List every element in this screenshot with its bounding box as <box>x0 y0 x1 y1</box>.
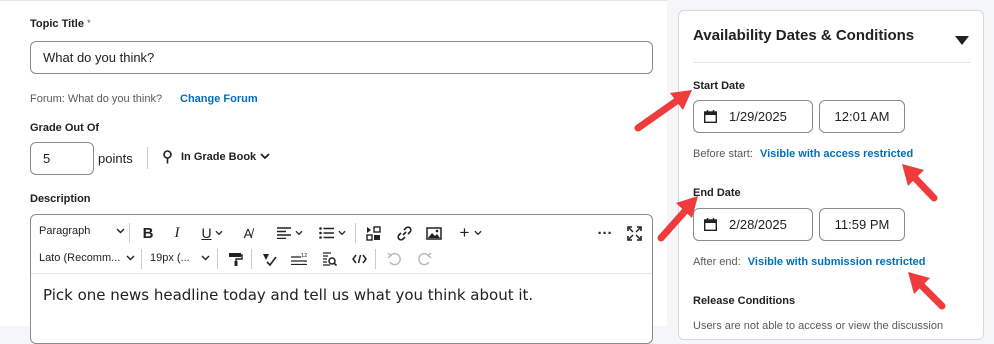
svg-text:123: 123 <box>301 253 307 259</box>
topic-title-input[interactable]: What do you think? <box>30 41 653 74</box>
plus-icon[interactable]: + <box>455 223 487 243</box>
before-start-label: Before start: <box>693 148 753 160</box>
start-date-value: 1/29/2025 <box>729 109 787 124</box>
chevron-down-icon <box>201 252 210 264</box>
underline-icon[interactable]: U <box>197 223 227 243</box>
chevron-down-icon <box>116 225 125 237</box>
grade-input[interactable]: 5 <box>30 142 94 175</box>
forum-text: Forum: What do you think? <box>30 93 163 105</box>
start-time-value: 12:01 AM <box>834 109 890 124</box>
insert-stuff-icon[interactable] <box>364 223 382 243</box>
format-painter-icon[interactable] <box>226 249 244 269</box>
toolbar-divider <box>129 223 130 243</box>
before-start-link[interactable]: Visible with access restricted <box>760 148 913 160</box>
gradebook-label: In Grade Book <box>181 151 257 163</box>
divider <box>147 147 148 169</box>
undo-icon[interactable] <box>385 249 403 269</box>
annotation-arrow-icon <box>657 196 698 242</box>
description-label: Description <box>30 193 91 205</box>
font-family-dropdown[interactable]: Lato (Recomm... <box>39 252 135 264</box>
description-editor: Paragraph B I U A̸ + ··· Lato (Recomm...… <box>30 214 653 344</box>
paragraph-label: Paragraph <box>39 225 91 237</box>
toolbar-bottom-border <box>31 273 652 274</box>
source-code-icon[interactable] <box>350 249 368 269</box>
start-date-input[interactable]: 1/29/2025 <box>693 100 813 133</box>
annotation-arrow-icon <box>902 164 938 202</box>
topic-title-label: Topic Title * <box>30 18 91 30</box>
collapse-icon[interactable] <box>955 32 969 50</box>
before-start-row: Before start: Visible with access restri… <box>693 148 913 160</box>
toolbar-divider <box>355 223 356 243</box>
redo-icon[interactable] <box>415 249 433 269</box>
font-family-label: Lato (Recomm... <box>39 252 121 264</box>
list-icon[interactable] <box>315 223 349 243</box>
end-date-input[interactable]: 2/28/2025 <box>693 208 813 241</box>
italic-icon[interactable]: I <box>168 223 186 243</box>
grade-label: Grade Out Of <box>30 122 100 134</box>
link-icon[interactable] <box>395 223 413 243</box>
topic-title-value: What do you think? <box>43 50 155 65</box>
grade-value: 5 <box>43 151 51 166</box>
gradebook-dropdown[interactable]: In Grade Book <box>162 150 270 164</box>
release-conditions-text: Users are not able to access or view the… <box>693 320 944 332</box>
start-time-input[interactable]: 12:01 AM <box>819 100 905 133</box>
availability-title: Availability Dates & Conditions <box>693 27 915 44</box>
after-end-link[interactable]: Visible with submission restricted <box>748 256 926 268</box>
annotation-arrow-icon <box>908 272 946 310</box>
after-end-row: After end: Visible with submission restr… <box>693 256 925 268</box>
calendar-icon <box>704 110 717 123</box>
release-conditions-label: Release Conditions <box>693 295 796 307</box>
toolbar-divider <box>375 249 376 269</box>
description-body[interactable]: Pick one news headline today and tell us… <box>43 286 533 304</box>
toolbar-divider <box>141 249 142 269</box>
end-time-input[interactable]: 11:59 PM <box>819 208 905 241</box>
end-date-value: 2/28/2025 <box>729 217 787 232</box>
word-count-icon[interactable]: 123 <box>290 249 308 269</box>
text-format-icon[interactable]: A̸ <box>239 223 257 243</box>
bold-icon[interactable]: B <box>139 223 157 243</box>
panel-divider <box>693 62 971 63</box>
paragraph-dropdown[interactable]: Paragraph <box>39 225 125 237</box>
annotation-arrow-icon <box>634 90 692 132</box>
spellcheck-icon[interactable] <box>260 249 278 269</box>
chevron-down-icon <box>260 151 270 163</box>
pin-icon <box>162 150 173 164</box>
font-size-dropdown[interactable]: 19px (... <box>150 252 210 264</box>
more-icon[interactable]: ··· <box>594 223 616 243</box>
points-label: points <box>98 151 133 166</box>
toolbar-divider <box>217 249 218 269</box>
end-time-value: 11:59 PM <box>834 217 890 232</box>
align-icon[interactable] <box>274 223 306 243</box>
toolbar-divider <box>251 249 252 269</box>
fullscreen-icon[interactable] <box>625 223 643 243</box>
find-replace-icon[interactable] <box>320 249 338 269</box>
change-forum-link[interactable]: Change Forum <box>180 93 258 105</box>
chevron-down-icon <box>126 252 135 264</box>
font-size-label: 19px (... <box>150 252 190 264</box>
after-end-label: After end: <box>693 256 741 268</box>
image-icon[interactable] <box>425 223 443 243</box>
start-date-label: Start Date <box>693 80 745 92</box>
topic-form: Topic Title * What do you think? Forum: … <box>0 0 667 344</box>
